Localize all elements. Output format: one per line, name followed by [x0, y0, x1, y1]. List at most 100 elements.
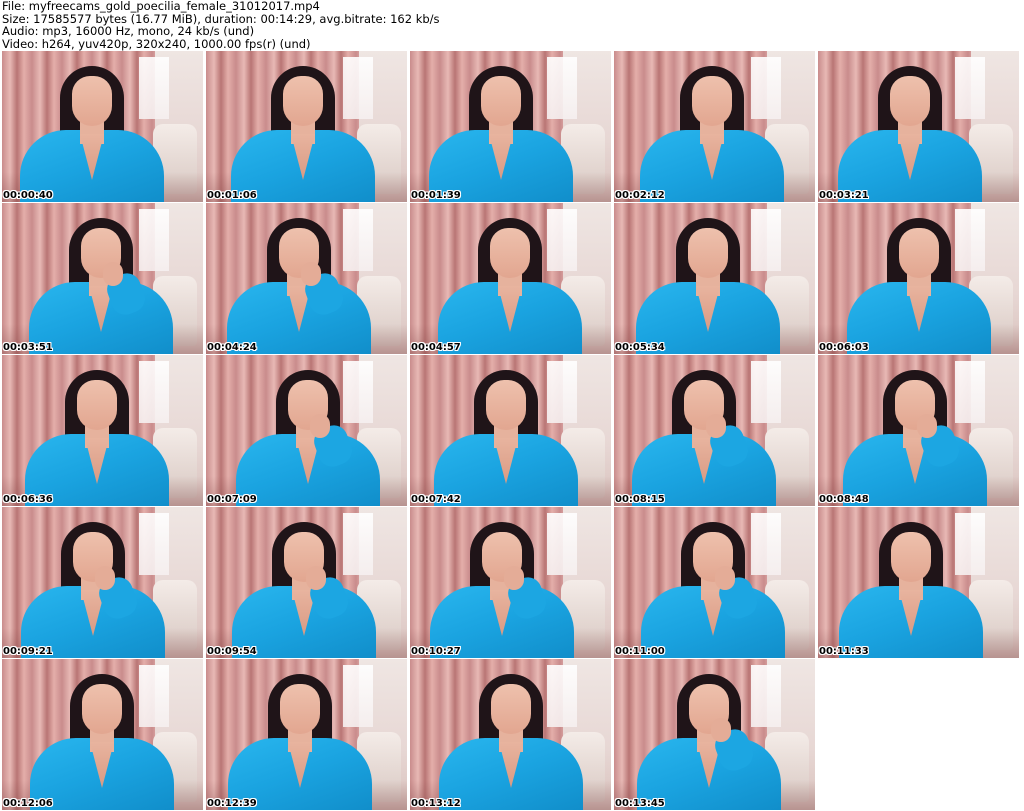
person-figure [228, 664, 372, 810]
face [899, 228, 939, 278]
face [283, 76, 323, 126]
thumbnail-timestamp: 00:04:24 [207, 342, 257, 353]
face [82, 684, 122, 734]
video-thumbnail: 00:09:21 [2, 507, 203, 658]
video-thumbnail: 00:02:12 [614, 51, 815, 202]
person-figure [30, 664, 174, 810]
person-figure [838, 56, 982, 202]
thumbnail-timestamp: 00:10:27 [411, 646, 461, 657]
thumbnail-timestamp: 00:06:03 [819, 342, 869, 353]
person-figure [843, 360, 987, 506]
person-figure [227, 208, 371, 354]
video-thumbnail: 00:08:48 [818, 355, 1019, 506]
person-figure [641, 512, 785, 658]
thumbnail-timestamp: 00:04:57 [411, 342, 461, 353]
person-figure [839, 512, 983, 658]
person-figure [430, 512, 574, 658]
face [491, 684, 531, 734]
hand [706, 414, 726, 438]
person-figure [636, 208, 780, 354]
video-thumbnail: 00:08:15 [614, 355, 815, 506]
person-figure [232, 512, 376, 658]
person-figure [632, 360, 776, 506]
video-thumbnail: 00:01:06 [206, 51, 407, 202]
face [72, 76, 112, 126]
video-thumbnail: 00:07:09 [206, 355, 407, 506]
file-name-line: File: myfreecams_gold_poecilia_female_31… [2, 0, 320, 13]
video-thumbnail: 00:13:45 [614, 659, 815, 810]
thumbnail-timestamp: 00:03:21 [819, 190, 869, 201]
person-figure [439, 664, 583, 810]
video-thumbnail: 00:10:27 [410, 507, 611, 658]
audio-info-line: Audio: mp3, 16000 Hz, mono, 24 kb/s (und… [2, 24, 255, 38]
thumbnail-timestamp: 00:13:12 [411, 798, 461, 809]
hand [711, 718, 731, 742]
thumbnail-timestamp: 00:03:51 [3, 342, 53, 353]
thumbnail-timestamp: 00:05:34 [615, 342, 665, 353]
thumbnail-timestamp: 00:08:48 [819, 494, 869, 505]
thumbnail-timestamp: 00:11:33 [819, 646, 869, 657]
person-figure [21, 512, 165, 658]
video-thumbnail: 00:06:03 [818, 203, 1019, 354]
thumbnail-timestamp: 00:11:00 [615, 646, 665, 657]
person-figure [29, 208, 173, 354]
person-figure [847, 208, 991, 354]
face [490, 228, 530, 278]
thumbnail-timestamp: 00:01:06 [207, 190, 257, 201]
face [891, 532, 931, 582]
person-figure [25, 360, 169, 506]
hand [95, 566, 115, 590]
hand [301, 262, 321, 286]
thumbnail-timestamp: 00:09:54 [207, 646, 257, 657]
person-figure [231, 56, 375, 202]
thumbnail-timestamp: 00:07:09 [207, 494, 257, 505]
thumbnail-timestamp: 00:12:06 [3, 798, 53, 809]
hand [310, 414, 330, 438]
face [890, 76, 930, 126]
video-thumbnail: 00:12:06 [2, 659, 203, 810]
face [481, 76, 521, 126]
video-thumbnail: 00:04:57 [410, 203, 611, 354]
video-thumbnail: 00:13:12 [410, 659, 611, 810]
thumbnail-timestamp: 00:09:21 [3, 646, 53, 657]
thumbnail-timestamp: 00:01:39 [411, 190, 461, 201]
hand [504, 566, 524, 590]
video-thumbnail: 00:05:34 [614, 203, 815, 354]
thumbnail-timestamp: 00:02:12 [615, 190, 665, 201]
video-thumbnail: 00:11:00 [614, 507, 815, 658]
hand [103, 262, 123, 286]
face [692, 76, 732, 126]
video-thumbnail: 00:03:21 [818, 51, 1019, 202]
face [688, 228, 728, 278]
thumbnail-timestamp: 00:13:45 [615, 798, 665, 809]
video-thumbnail: 00:00:40 [2, 51, 203, 202]
face [77, 380, 117, 430]
thumbnail-timestamp: 00:06:36 [3, 494, 53, 505]
video-thumbnail: 00:12:39 [206, 659, 407, 810]
person-figure [640, 56, 784, 202]
video-thumbnail: 00:07:42 [410, 355, 611, 506]
person-figure [434, 360, 578, 506]
thumbnail-timestamp: 00:08:15 [615, 494, 665, 505]
face [280, 684, 320, 734]
video-thumbnail: 00:06:36 [2, 355, 203, 506]
person-figure [637, 664, 781, 810]
video-thumbnail: 00:09:54 [206, 507, 407, 658]
thumbnail-timestamp: 00:07:42 [411, 494, 461, 505]
video-thumbnail: 00:03:51 [2, 203, 203, 354]
video-thumbnail: 00:01:39 [410, 51, 611, 202]
thumbnail-timestamp: 00:12:39 [207, 798, 257, 809]
hand [306, 566, 326, 590]
video-thumbnail: 00:11:33 [818, 507, 1019, 658]
file-info-header: File: myfreecams_gold_poecilia_female_31… [2, 0, 702, 50]
video-info-line: Video: h264, yuv420p, 320x240, 1000.00 f… [2, 36, 311, 51]
thumbnail-timestamp: 00:00:40 [3, 190, 53, 201]
video-thumbnail: 00:04:24 [206, 203, 407, 354]
person-figure [20, 56, 164, 202]
person-figure [236, 360, 380, 506]
hand [917, 414, 937, 438]
hand [715, 566, 735, 590]
face [486, 380, 526, 430]
person-figure [438, 208, 582, 354]
person-figure [429, 56, 573, 202]
